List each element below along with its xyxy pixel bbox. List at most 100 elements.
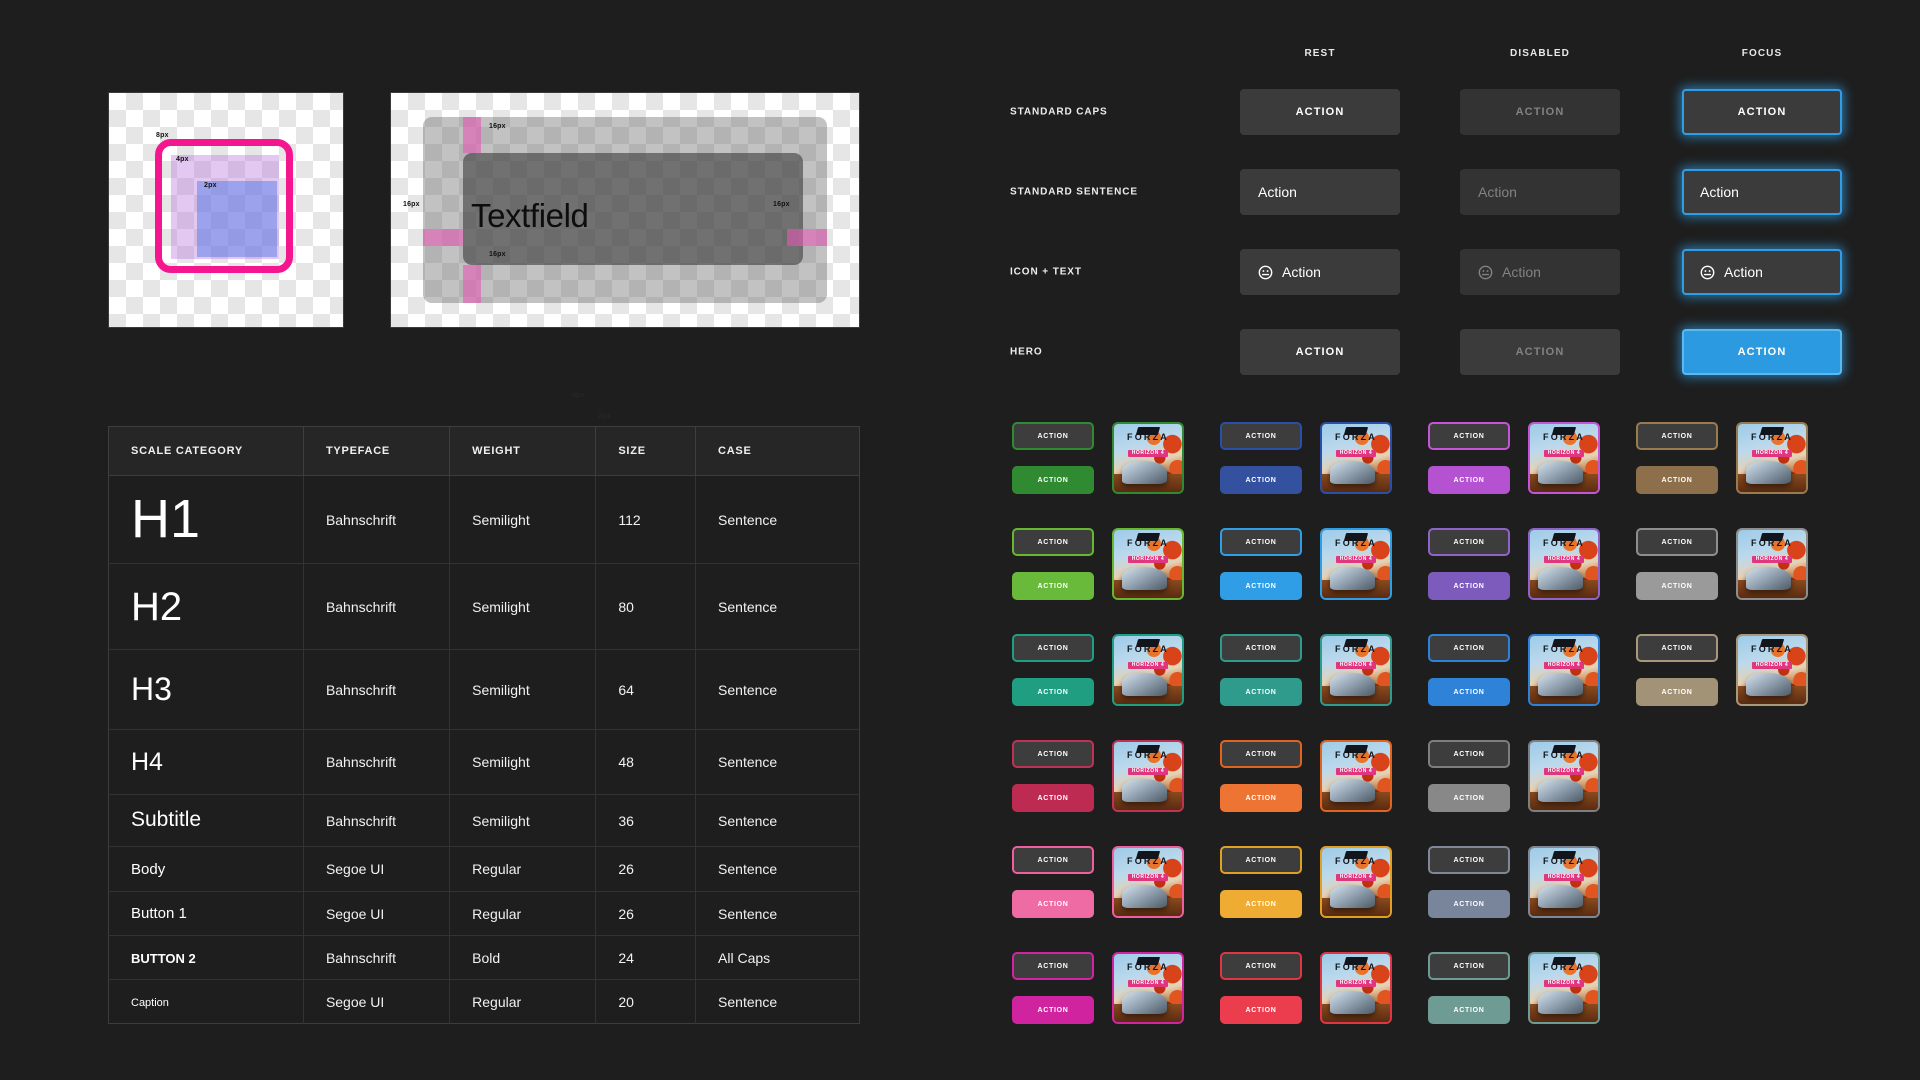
swatch-outline-button[interactable]: ACTION <box>1012 740 1094 768</box>
tile-title: FORZA <box>1543 431 1585 442</box>
tile-artwork: FORZA HORIZON 4 <box>1530 742 1598 810</box>
button-icon-text-rest[interactable]: Action <box>1240 249 1400 295</box>
swatch-filled-button[interactable]: ACTION <box>1220 784 1302 812</box>
game-tile-forza-horizon-4[interactable]: FORZA HORIZON 4 <box>1112 952 1184 1024</box>
swatch-outline-button[interactable]: ACTION <box>1428 422 1510 450</box>
game-tile-forza-horizon-4[interactable]: FORZA HORIZON 4 <box>1320 528 1392 600</box>
swatch-filled-button[interactable]: ACTION <box>1012 890 1094 918</box>
swatch-filled-button[interactable]: ACTION <box>1636 466 1718 494</box>
swatch-filled-button[interactable]: ACTION <box>1428 678 1510 706</box>
swatch-outline-button[interactable]: ACTION <box>1428 634 1510 662</box>
game-tile-forza-horizon-4[interactable]: FORZA HORIZON 4 <box>1320 846 1392 918</box>
swatch-filled-button[interactable]: ACTION <box>1220 678 1302 706</box>
tile-car <box>1538 672 1584 696</box>
tile-title: FORZA <box>1335 431 1377 442</box>
swatch-outline-button[interactable]: ACTION <box>1220 952 1302 980</box>
game-tile-forza-horizon-4[interactable]: FORZA HORIZON 4 <box>1528 634 1600 706</box>
swatch-filled-button[interactable]: ACTION <box>1428 784 1510 812</box>
button-hero-rest[interactable]: ACTION <box>1240 329 1400 375</box>
swatch-outline-button[interactable]: ACTION <box>1636 528 1718 556</box>
tile-title: FORZA <box>1751 643 1793 654</box>
swatch-outline-button[interactable]: ACTION <box>1220 528 1302 556</box>
swatch-outline-button[interactable]: ACTION <box>1428 846 1510 874</box>
swatch-filled-button[interactable]: ACTION <box>1220 890 1302 918</box>
column-header-case: CASE <box>695 426 860 476</box>
game-tile-forza-horizon-4[interactable]: FORZA HORIZON 4 <box>1112 740 1184 812</box>
game-tile-forza-horizon-4[interactable]: FORZA HORIZON 4 <box>1112 528 1184 600</box>
tile-logo: FORZA HORIZON 4 <box>1127 432 1169 458</box>
tile-title: FORZA <box>1335 749 1377 760</box>
swatch-outline-button[interactable]: ACTION <box>1428 528 1510 556</box>
textfield-label-bottom: 16px <box>489 251 506 258</box>
swatch-outline-button[interactable]: ACTION <box>1636 634 1718 662</box>
swatch-filled-button[interactable]: ACTION <box>1428 996 1510 1024</box>
swatch-filled-button[interactable]: ACTION <box>1220 572 1302 600</box>
button-label: ACTION <box>1037 962 1069 970</box>
swatch-filled-button[interactable]: ACTION <box>1012 678 1094 706</box>
game-tile-forza-horizon-4[interactable]: FORZA HORIZON 4 <box>1736 422 1808 494</box>
spacing-marker-right <box>787 229 827 246</box>
button-standard-sentence-focus[interactable]: Action <box>1682 169 1842 215</box>
swatch-outline-button[interactable]: ACTION <box>1220 846 1302 874</box>
game-tile-forza-horizon-4[interactable]: FORZA HORIZON 4 <box>1528 846 1600 918</box>
swatch-filled-button[interactable]: ACTION <box>1220 466 1302 494</box>
swatch-outline-button[interactable]: ACTION <box>1428 740 1510 768</box>
spacing-label-outer: 8px <box>156 132 169 139</box>
swatch-outline-button[interactable]: ACTION <box>1012 422 1094 450</box>
button-label: ACTION <box>1037 794 1069 802</box>
game-tile-forza-horizon-4[interactable]: FORZA HORIZON 4 <box>1320 634 1392 706</box>
game-tile-forza-horizon-4[interactable]: FORZA HORIZON 4 <box>1528 740 1600 812</box>
swatch-group: ACTION ACTION FORZA HORIZON 4 <box>1636 634 1826 730</box>
game-tile-forza-horizon-4[interactable]: FORZA HORIZON 4 <box>1528 422 1600 494</box>
swatch-outline-button[interactable]: ACTION <box>1012 528 1094 556</box>
swatch-outline-button[interactable]: ACTION <box>1636 422 1718 450</box>
swatch-filled-button[interactable]: ACTION <box>1012 784 1094 812</box>
swatch-outline-button[interactable]: ACTION <box>1012 634 1094 662</box>
swatch-outline-button[interactable]: ACTION <box>1428 952 1510 980</box>
button-label: ACTION <box>1453 476 1485 484</box>
button-hero-focus[interactable]: ACTION <box>1682 329 1842 375</box>
cell-case: Sentence <box>695 649 860 730</box>
swatch-outline-button[interactable]: ACTION <box>1220 634 1302 662</box>
button-icon-text-focus[interactable]: Action <box>1682 249 1842 295</box>
button-standard-caps-focus[interactable]: ACTION <box>1682 89 1842 135</box>
swatch-outline-button[interactable]: ACTION <box>1220 422 1302 450</box>
tile-logo: FORZA HORIZON 4 <box>1335 856 1377 882</box>
cell-weight: Bold <box>449 935 597 980</box>
swatch-filled-button[interactable]: ACTION <box>1428 572 1510 600</box>
button-label: ACTION <box>1245 688 1277 696</box>
game-tile-forza-horizon-4[interactable]: FORZA HORIZON 4 <box>1320 740 1392 812</box>
swatch-filled-button[interactable]: ACTION <box>1220 996 1302 1024</box>
button-icon-text-disabled: Action <box>1460 249 1620 295</box>
swatch-outline-button[interactable]: ACTION <box>1012 952 1094 980</box>
button-standard-caps-rest[interactable]: ACTION <box>1240 89 1400 135</box>
swatch-filled-button[interactable]: ACTION <box>1428 466 1510 494</box>
button-standard-sentence-rest[interactable]: Action <box>1240 169 1400 215</box>
game-tile-forza-horizon-4[interactable]: FORZA HORIZON 4 <box>1112 422 1184 494</box>
cell-case: Sentence <box>695 846 860 892</box>
game-tile-forza-horizon-4[interactable]: FORZA HORIZON 4 <box>1320 952 1392 1024</box>
swatch-group: ACTION ACTION FORZA HORIZON 4 <box>1012 528 1202 624</box>
cell-case: Sentence <box>718 993 778 1010</box>
swatch-filled-button[interactable]: ACTION <box>1012 996 1094 1024</box>
swatch-filled-button[interactable]: ACTION <box>1636 678 1718 706</box>
game-tile-forza-horizon-4[interactable]: FORZA HORIZON 4 <box>1528 952 1600 1024</box>
game-tile-forza-horizon-4[interactable]: FORZA HORIZON 4 <box>1112 634 1184 706</box>
cell-typeface: Bahnschrift <box>303 649 451 730</box>
swatch-filled-button[interactable]: ACTION <box>1428 890 1510 918</box>
cell-size: 112 <box>595 475 697 564</box>
button-label: ACTION <box>1037 476 1069 484</box>
swatch-group: ACTION ACTION FORZA HORIZON 4 <box>1636 528 1826 624</box>
game-tile-forza-horizon-4[interactable]: FORZA HORIZON 4 <box>1736 634 1808 706</box>
game-tile-forza-horizon-4[interactable]: FORZA HORIZON 4 <box>1320 422 1392 494</box>
swatch-outline-button[interactable]: ACTION <box>1012 846 1094 874</box>
swatch-filled-button[interactable]: ACTION <box>1012 466 1094 494</box>
swatch-filled-button[interactable]: ACTION <box>1636 572 1718 600</box>
swatch-filled-button[interactable]: ACTION <box>1012 572 1094 600</box>
game-tile-forza-horizon-4[interactable]: FORZA HORIZON 4 <box>1736 528 1808 600</box>
game-tile-forza-horizon-4[interactable]: FORZA HORIZON 4 <box>1112 846 1184 918</box>
game-tile-forza-horizon-4[interactable]: FORZA HORIZON 4 <box>1528 528 1600 600</box>
cell-size: 26 <box>595 846 697 892</box>
swatch-outline-button[interactable]: ACTION <box>1220 740 1302 768</box>
face-icon <box>1478 265 1493 279</box>
